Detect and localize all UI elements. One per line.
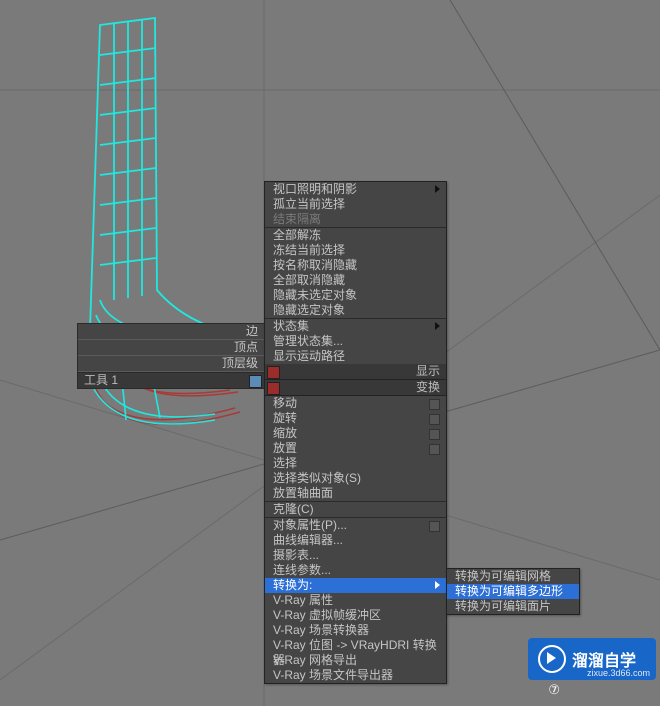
submenu-editable-mesh[interactable]: 转换为可编辑网格 — [447, 569, 579, 584]
menu-vray-properties[interactable]: V-Ray 属性 — [265, 593, 446, 608]
brand-badge: 溜溜自学 zixue.3d66.com — [528, 638, 656, 680]
menu-show-motion-path[interactable]: 显示运动路径 — [265, 349, 446, 364]
menu-freeze-selection[interactable]: 冻结当前选择 — [265, 243, 446, 258]
menu-clone[interactable]: 克隆(C) — [265, 502, 446, 517]
menu-object-properties[interactable]: 对象属性(P)... — [265, 518, 446, 533]
quad-item-toplevel[interactable]: 顶层级 — [78, 356, 264, 372]
toggle-box-icon — [429, 399, 440, 410]
quad-header-label: 显示 — [410, 364, 446, 379]
menu-vray-mesh-export[interactable]: V-Ray 网格导出 — [265, 653, 446, 668]
submenu-editable-patch[interactable]: 转换为可编辑面片 — [447, 599, 579, 614]
menu-wire-parameters[interactable]: 连线参数... — [265, 563, 446, 578]
toggle-box-icon — [429, 414, 440, 425]
menu-move[interactable]: 移动 — [265, 396, 446, 411]
menu-manage-state-sets[interactable]: 管理状态集... — [265, 334, 446, 349]
menu-isolate-selection[interactable]: 孤立当前选择 — [265, 197, 446, 212]
brand-url: zixue.3d66.com — [587, 668, 650, 678]
menu-scale[interactable]: 缩放 — [265, 426, 446, 441]
menu-viewport-lighting[interactable]: 视口照明和阴影 — [265, 182, 446, 197]
quad-header-swatch — [267, 382, 280, 395]
submenu-convert-to: 转换为可编辑网格 转换为可编辑多边形 转换为可编辑面片 — [446, 568, 580, 615]
menu-vray-scene-export[interactable]: V-Ray 场景文件导出器 — [265, 668, 446, 683]
quad-header-label: 变换 — [410, 380, 446, 395]
menu-placement[interactable]: 放置 — [265, 441, 446, 456]
menu-vray-scene-converter[interactable]: V-Ray 场景转换器 — [265, 623, 446, 638]
menu-unhide-all[interactable]: 全部取消隐藏 — [265, 273, 446, 288]
menu-convert-to[interactable]: 转换为: — [265, 578, 446, 593]
menu-state-sets[interactable]: 状态集 — [265, 319, 446, 334]
menu-select[interactable]: 选择 — [265, 456, 446, 471]
play-icon — [538, 645, 566, 673]
menu-curve-editor[interactable]: 曲线编辑器... — [265, 533, 446, 548]
menu-unhide-by-name[interactable]: 按名称取消隐藏 — [265, 258, 446, 273]
submenu-arrow-icon — [435, 322, 440, 330]
menu-rotate[interactable]: 旋转 — [265, 411, 446, 426]
quad-item-edge[interactable]: 边 — [78, 324, 264, 340]
menu-unfreeze-all[interactable]: 全部解冻 — [265, 228, 446, 243]
quad-footer: 工具 1 — [78, 372, 264, 388]
quad-header-transform: 变换 — [265, 380, 446, 396]
menu-select-similar[interactable]: 选择类似对象(S) — [265, 471, 446, 486]
submenu-arrow-icon — [435, 581, 440, 589]
submenu-arrow-icon — [435, 185, 440, 193]
quad-header-swatch — [267, 366, 280, 379]
menu-vray-bitmap-converter[interactable]: V-Ray 位图 -> VRayHDRI 转换器 — [265, 638, 446, 653]
menu-end-isolate: 结束隔离 — [265, 212, 446, 227]
quad-menu-tools: 边 顶点 顶层级 工具 1 — [77, 323, 265, 389]
quad-item-vertex[interactable]: 顶点 — [78, 340, 264, 356]
menu-place-pivot[interactable]: 放置轴曲面 — [265, 486, 446, 501]
submenu-editable-poly[interactable]: 转换为可编辑多边形 — [447, 584, 579, 599]
menu-hide-unselected[interactable]: 隐藏未选定对象 — [265, 288, 446, 303]
toggle-box-icon — [429, 429, 440, 440]
menu-hide-selection[interactable]: 隐藏选定对象 — [265, 303, 446, 318]
quad-footer-swatch — [249, 375, 262, 388]
toggle-box-icon — [429, 444, 440, 455]
menu-dope-sheet[interactable]: 摄影表... — [265, 548, 446, 563]
quad-footer-label: 工具 1 — [84, 373, 118, 387]
page-number: ⑦ — [548, 682, 560, 698]
toggle-box-icon — [429, 521, 440, 532]
menu-vray-vfb[interactable]: V-Ray 虚拟帧缓冲区 — [265, 608, 446, 623]
context-menu: 视口照明和阴影 孤立当前选择 结束隔离 全部解冻 冻结当前选择 按名称取消隐藏 … — [264, 181, 447, 684]
quad-header-display: 显示 — [265, 364, 446, 380]
